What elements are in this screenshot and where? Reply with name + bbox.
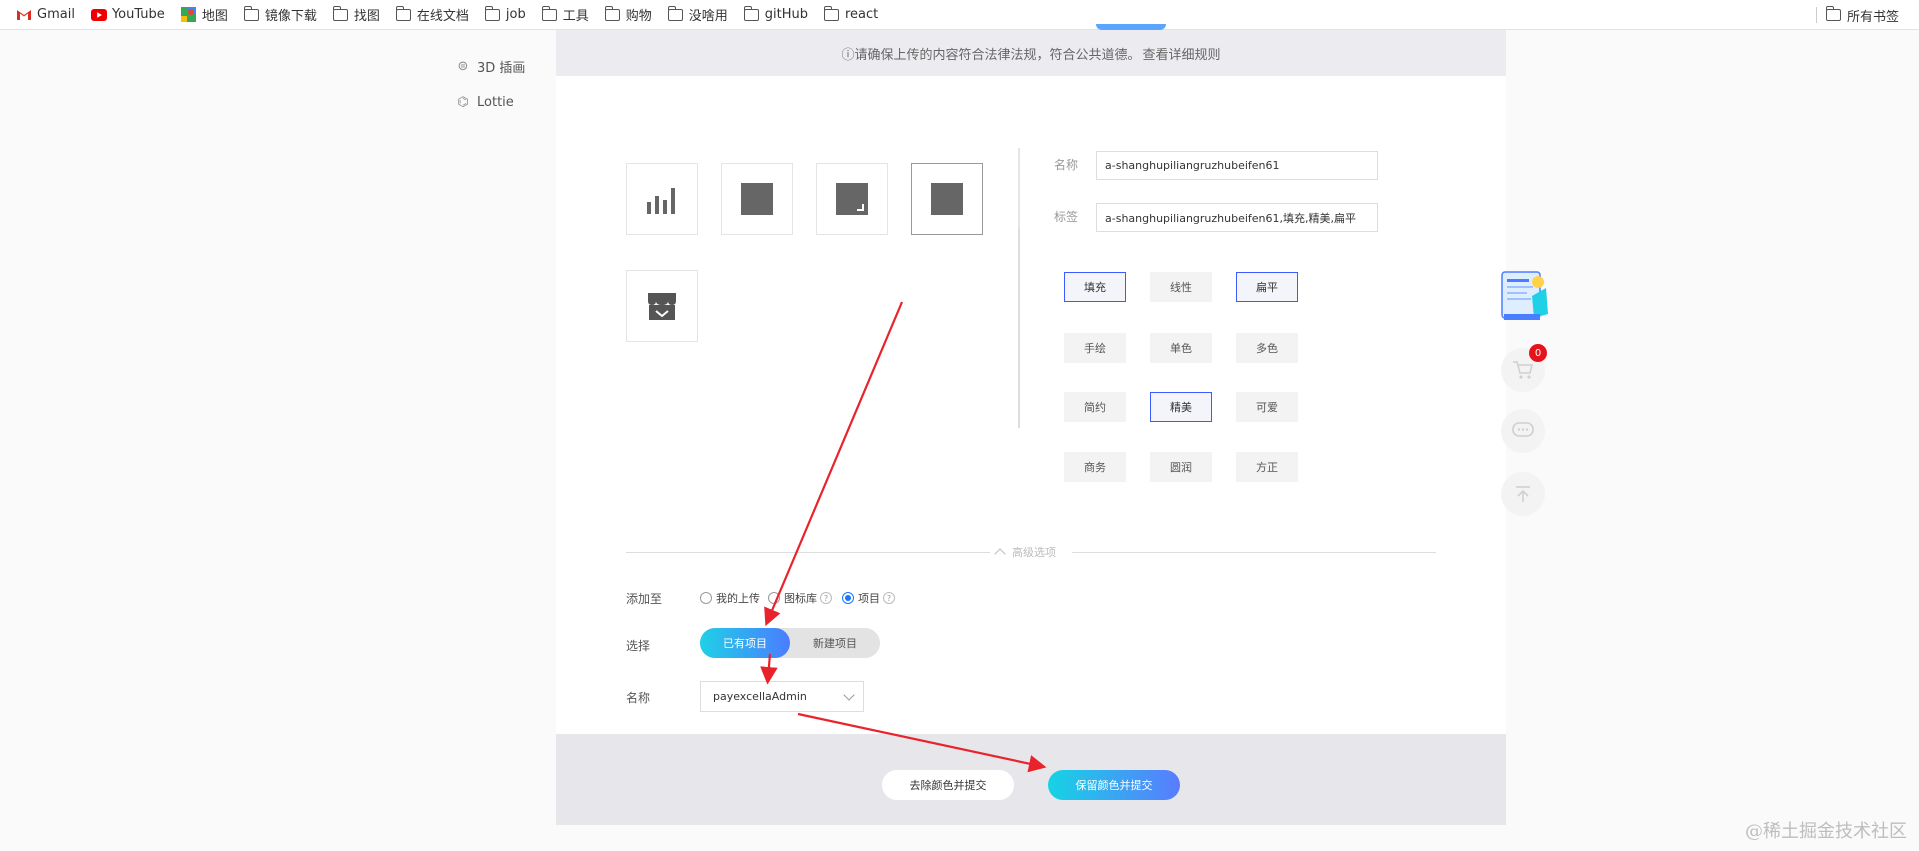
maps-icon (181, 7, 197, 23)
folder-icon (395, 5, 412, 23)
globe-icon: ⊜ (457, 58, 469, 74)
cart-count-badge: 0 (1529, 344, 1547, 362)
bookmark-folder-react[interactable]: react (816, 0, 886, 30)
bookmark-folder-images[interactable]: 找图 (325, 0, 388, 30)
add-to-label: 添加至 (626, 592, 663, 606)
add-to-options: 我的上传 图标库 ? 项目 ? (700, 590, 905, 606)
bookmark-youtube[interactable]: YouTube (83, 0, 173, 30)
segment-existing-project[interactable]: 已有项目 (700, 628, 790, 658)
radio-my-uploads[interactable] (700, 592, 712, 604)
style-tag[interactable]: 商务 (1064, 452, 1126, 482)
folder-icon (823, 5, 840, 23)
gmail-icon (16, 7, 32, 23)
bookmarks-bar: Gmail YouTube 地图 镜像下载 找图 在线文档 job 工具 购物 … (0, 0, 1919, 30)
folder-icon (541, 5, 558, 23)
side-nav: ⊜ 3D 插画 ⌬ Lottie (455, 20, 525, 120)
lottie-icon: ⌬ (457, 94, 469, 110)
arrow-up-icon (1516, 486, 1530, 502)
bookmark-folder-misc[interactable]: 没啥用 (660, 0, 736, 30)
bookmark-folder-mirror[interactable]: 镜像下载 (236, 0, 325, 30)
style-tag[interactable]: 精美 (1150, 392, 1212, 422)
style-tag[interactable]: 方正 (1236, 452, 1298, 482)
chevron-down-icon (843, 689, 855, 701)
rules-link[interactable]: 查看详细规则 (1143, 44, 1221, 63)
project-segmented-control: 已有项目 新建项目 (700, 628, 880, 658)
help-icon[interactable]: ? (883, 592, 895, 604)
style-tag[interactable]: 线性 (1150, 272, 1212, 302)
bookmark-folder-shopping[interactable]: 购物 (597, 0, 660, 30)
style-tag[interactable]: 简约 (1064, 392, 1126, 422)
bookmark-all-bookmarks[interactable]: 所有书签 (1818, 0, 1907, 30)
remove-color-submit-button[interactable]: 去除颜色并提交 (882, 770, 1014, 800)
youtube-icon (90, 7, 107, 23)
upload-panel: ⓘ请确保上传的内容符合法律法规，符合公共道德。 查看详细规则 名称 a-shan… (556, 24, 1506, 825)
radio-project[interactable] (842, 592, 854, 604)
radio-icon-library[interactable] (768, 592, 780, 604)
chevron-up-icon (994, 548, 1006, 560)
name-input[interactable]: a-shanghupiliangruzhubeifen61 (1096, 151, 1378, 180)
icon-thumb-square-corner[interactable] (816, 163, 888, 235)
bookmark-folder-tools[interactable]: 工具 (534, 0, 597, 30)
style-tag[interactable]: 可爱 (1236, 392, 1298, 422)
icon-thumb-square[interactable] (721, 163, 793, 235)
cart-icon (1513, 361, 1534, 379)
advanced-divider-left (626, 552, 990, 553)
square-icon (741, 183, 773, 215)
square-icon (931, 183, 963, 215)
style-tag[interactable]: 填充 (1064, 272, 1126, 302)
bookmark-gmail[interactable]: Gmail (8, 0, 83, 30)
nav-item-lottie[interactable]: ⌬ Lottie (455, 84, 525, 120)
tags-input[interactable]: a-shanghupiliangruzhubeifen61,填充,精美,扁平 (1096, 203, 1378, 232)
scroll-divider (1018, 148, 1020, 428)
segment-new-project[interactable]: 新建项目 (790, 628, 880, 658)
compliance-notice: ⓘ请确保上传的内容符合法律法规，符合公共道德。 查看详细规则 (556, 24, 1506, 76)
style-tag[interactable]: 单色 (1150, 333, 1212, 363)
notice-text: ⓘ请确保上传的内容符合法律法规，符合公共道德。 (841, 47, 1141, 63)
promo-illustration-icon (1501, 271, 1548, 320)
store-icon (648, 293, 676, 320)
promo-illustration[interactable] (1498, 268, 1550, 324)
style-tag[interactable]: 扁平 (1236, 272, 1298, 302)
project-name-label: 名称 (626, 691, 651, 705)
keep-color-submit-button[interactable]: 保留颜色并提交 (1048, 770, 1180, 800)
advanced-options-toggle[interactable]: 高级选项 (994, 544, 1056, 560)
action-footer: 去除颜色并提交 保留颜色并提交 (556, 734, 1506, 825)
folder-icon (743, 5, 760, 23)
nav-item-3d-illustration[interactable]: ⊜ 3D 插画 (455, 48, 526, 84)
icon-thumb-chart[interactable] (626, 163, 698, 235)
folder-icon (604, 5, 621, 23)
accent-pill (1096, 24, 1166, 30)
icon-thumb-square-selected[interactable] (911, 163, 983, 235)
style-tag[interactable]: 手绘 (1064, 333, 1126, 363)
folder-icon (243, 5, 260, 23)
tags-label: 标签 (1054, 210, 1079, 224)
folder-icon (667, 5, 684, 23)
bookmarks-separator (1816, 7, 1817, 23)
project-select[interactable]: payexcellaAdmin (700, 681, 864, 712)
back-to-top-button[interactable] (1501, 472, 1545, 516)
icon-thumb-store[interactable] (626, 270, 698, 342)
style-tag[interactable]: 圆润 (1150, 452, 1212, 482)
choose-label: 选择 (626, 639, 651, 653)
watermark: @稀土掘金技术社区 (1745, 821, 1907, 842)
advanced-divider-right (1072, 552, 1436, 553)
name-label: 名称 (1054, 158, 1079, 172)
style-tag[interactable]: 多色 (1236, 333, 1298, 363)
chat-button[interactable] (1501, 409, 1545, 453)
bookmark-maps[interactable]: 地图 (173, 0, 236, 30)
folder-icon (332, 5, 349, 23)
square-corner-icon (836, 183, 868, 215)
help-icon[interactable]: ? (820, 592, 832, 604)
folder-icon (1825, 6, 1842, 23)
bar-chart-icon (647, 188, 675, 214)
chat-icon (1512, 422, 1534, 437)
bookmark-folder-github[interactable]: gitHub (736, 0, 816, 30)
